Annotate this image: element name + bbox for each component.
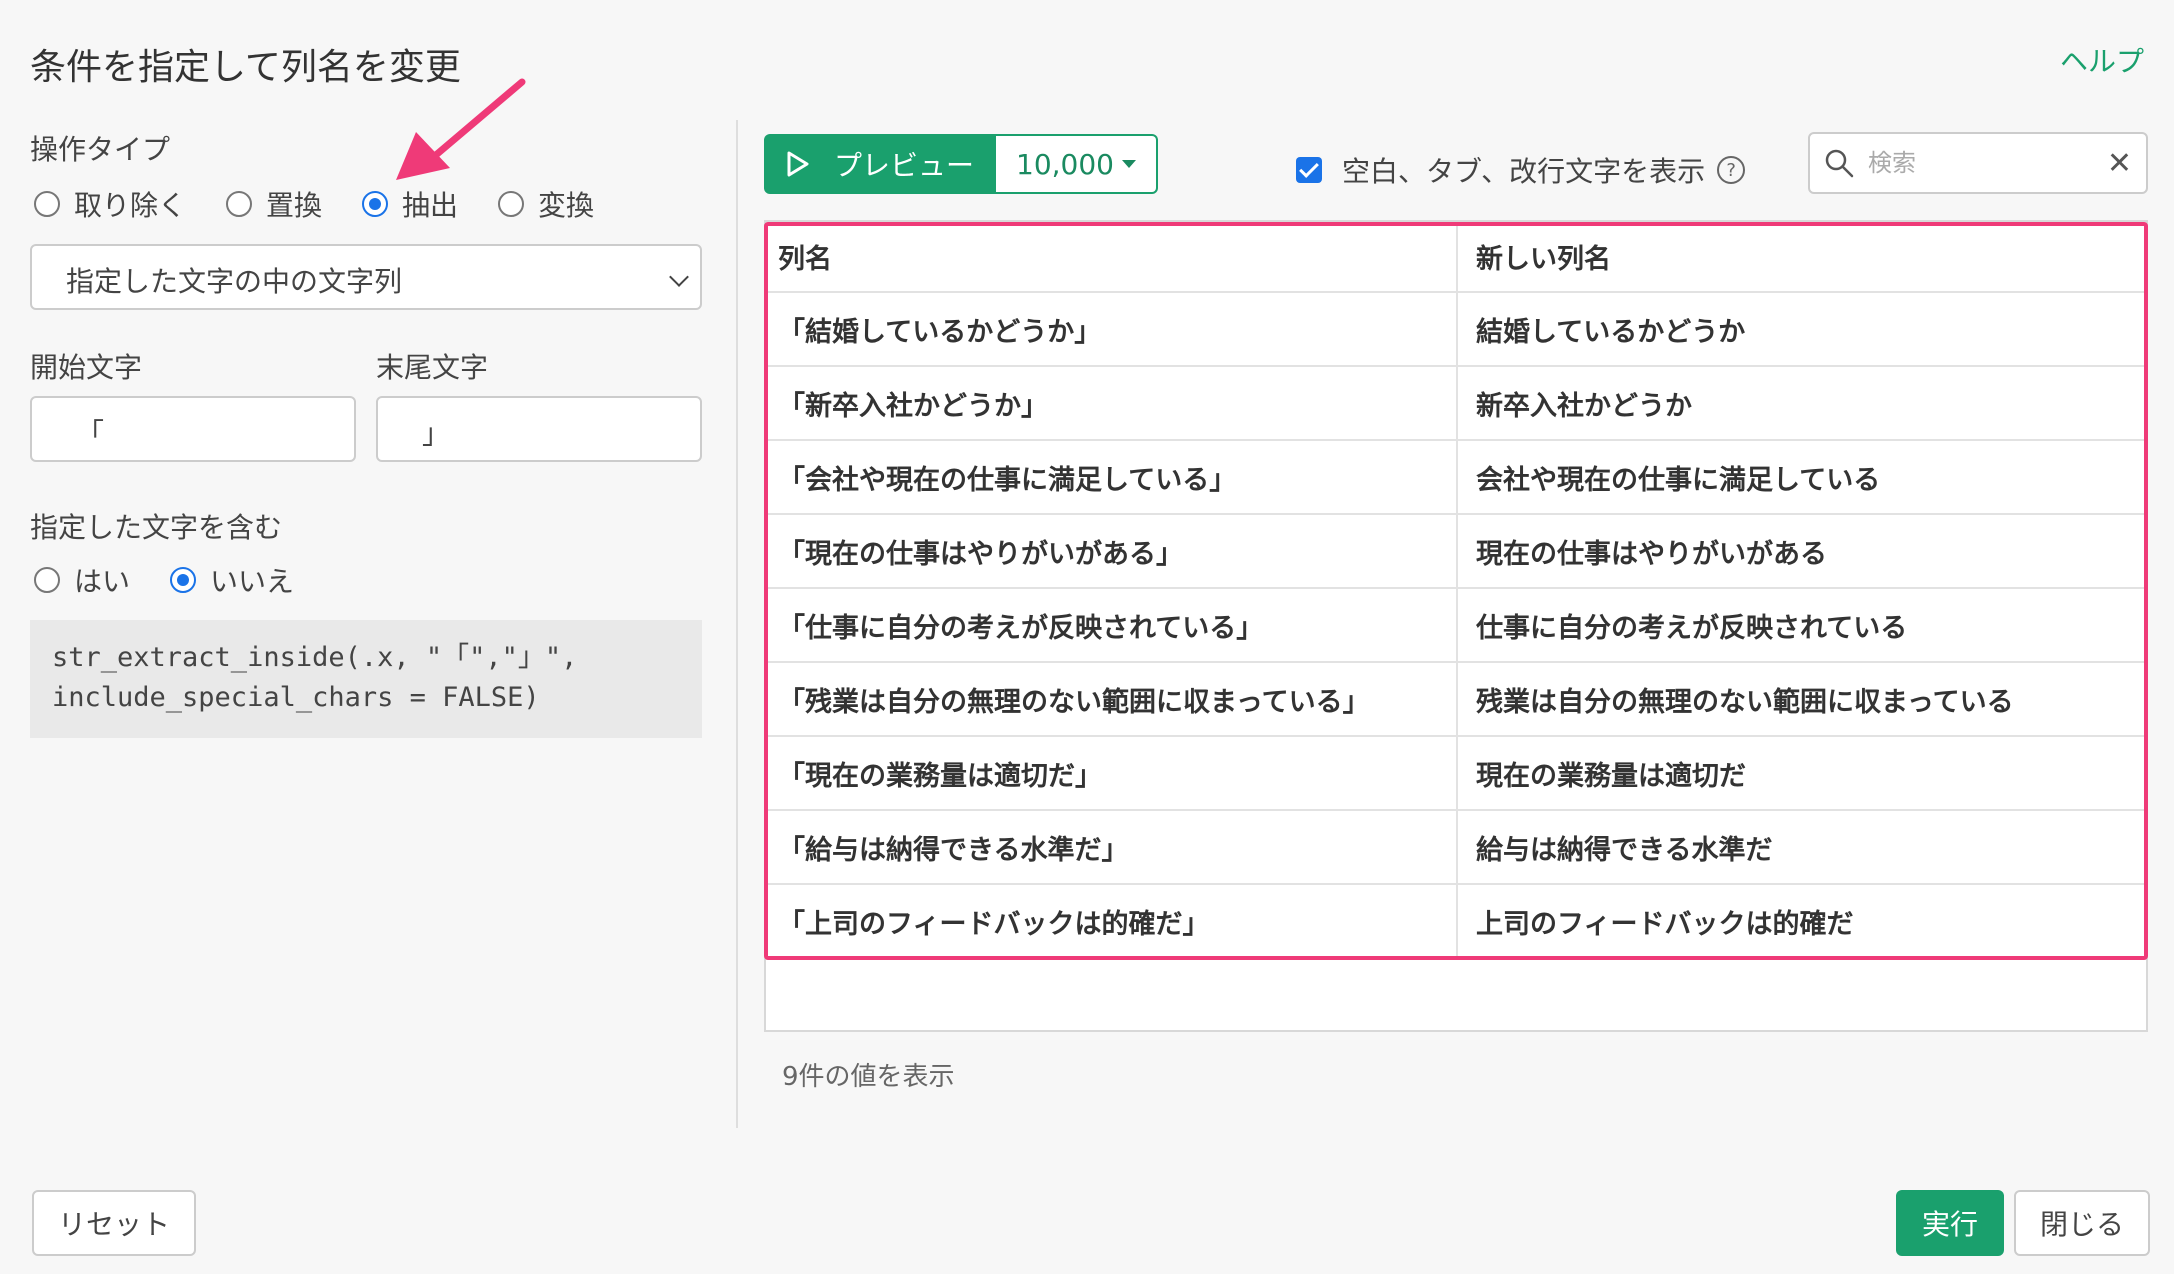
extract-mode-value: 指定した文字の中の文字列: [66, 265, 403, 298]
table-row: 「仕事に自分の考えが反映されている」 仕事に自分の考えが反映されている: [766, 588, 2146, 663]
play-icon: [787, 151, 809, 177]
table-header-row: 列名 新しい列名: [766, 222, 2146, 293]
radio-no[interactable]: いいえ: [170, 560, 294, 600]
preview-button-label: プレビュー: [834, 149, 975, 182]
cell-new-name: 現在の仕事はやりがいがある: [1457, 514, 2146, 589]
cell-new-name: 残業は自分の無理のない範囲に収まっている: [1457, 662, 2146, 737]
close-button[interactable]: 閉じる: [2014, 1190, 2150, 1256]
table-row: 「結婚しているかどうか」 結婚しているかどうか: [766, 292, 2146, 367]
reset-button[interactable]: リセット: [32, 1190, 196, 1256]
radio-convert[interactable]: 変換: [498, 184, 594, 224]
panel-divider: [736, 120, 738, 1128]
radio-replace-circle[interactable]: [226, 191, 253, 217]
preview-count-dropdown[interactable]: 10,000: [996, 134, 1158, 194]
table-row: 「給与は納得できる水準だ」 給与は納得できる水準だ: [766, 810, 2146, 885]
column-header-new-name: 新しい列名: [1457, 222, 2146, 293]
chevron-down-icon: [669, 267, 689, 287]
cell-new-name: 仕事に自分の考えが反映されている: [1457, 588, 2146, 663]
radio-no-circle[interactable]: [170, 567, 197, 593]
cell-column-name: 「仕事に自分の考えが反映されている」: [766, 588, 1458, 663]
cell-column-name: 「結婚しているかどうか」: [766, 292, 1458, 367]
start-char-label: 開始文字: [30, 351, 143, 384]
preview-table: 列名 新しい列名 「結婚しているかどうか」 結婚しているかどうか 「新卒入社かど…: [764, 220, 2148, 1032]
operation-type-label: 操作タイプ: [30, 133, 171, 166]
radio-replace[interactable]: 置換: [226, 184, 322, 224]
cell-column-name: 「会社や現在の仕事に満足している」: [766, 440, 1458, 515]
table-row: 「現在の仕事はやりがいがある」 現在の仕事はやりがいがある: [766, 514, 2146, 589]
preview-count-value: 10,000: [1016, 147, 1114, 181]
end-char-input[interactable]: 」: [376, 396, 702, 462]
cell-column-name: 「給与は納得できる水準だ」: [766, 810, 1458, 885]
show-whitespace-label: 空白、タブ、改行文字を表示: [1342, 155, 1706, 188]
help-link[interactable]: ヘルプ: [2060, 40, 2144, 80]
search-icon: [1825, 149, 1854, 178]
preview-button[interactable]: プレビュー: [764, 134, 996, 194]
radio-replace-label: 置換: [266, 189, 323, 222]
radio-extract-label: 抽出: [402, 189, 459, 222]
search-input[interactable]: [1868, 149, 2088, 177]
start-char-input[interactable]: 「: [30, 396, 356, 462]
cell-column-name: 「現在の仕事はやりがいがある」: [766, 514, 1458, 589]
annotation-arrow-icon: [396, 78, 526, 180]
radio-convert-circle[interactable]: [498, 191, 525, 217]
cell-column-name: 「新卒入社かどうか」: [766, 366, 1458, 441]
end-char-value: 」: [422, 417, 451, 450]
show-whitespace-checkbox[interactable]: [1296, 157, 1322, 183]
generated-code: str_extract_inside(.x, "「","」", include_…: [30, 620, 702, 738]
caret-down-icon: [1121, 160, 1136, 168]
radio-no-label: いいえ: [210, 565, 295, 598]
row-count-summary: 9件の値を表示: [782, 1062, 955, 1092]
cell-new-name: 現在の業務量は適切だ: [1457, 736, 2146, 811]
cell-new-name: 会社や現在の仕事に満足している: [1457, 440, 2146, 515]
cell-column-name: 「現在の業務量は適切だ」: [766, 736, 1458, 811]
radio-extract[interactable]: 抽出: [362, 184, 458, 224]
table-row: 「現在の業務量は適切だ」 現在の業務量は適切だ: [766, 736, 2146, 811]
table-row: 「新卒入社かどうか」 新卒入社かどうか: [766, 366, 2146, 441]
radio-remove-label: 取り除く: [74, 189, 187, 222]
end-char-label: 末尾文字: [376, 351, 489, 384]
question-circle-icon[interactable]: ?: [1717, 156, 1746, 184]
run-button[interactable]: 実行: [1896, 1190, 2004, 1256]
radio-yes-circle[interactable]: [34, 567, 60, 593]
search-box: ✕: [1808, 132, 2148, 194]
radio-remove[interactable]: 取り除く: [34, 184, 186, 224]
table-row: 「会社や現在の仕事に満足している」 会社や現在の仕事に満足している: [766, 440, 2146, 515]
radio-yes-label: はい: [74, 565, 131, 598]
show-whitespace-toggle: 空白、タブ、改行文字を表示 ?: [1296, 150, 1746, 190]
operation-type-radios: 取り除く 置換 抽出 変換: [34, 184, 634, 224]
table-row: 「上司のフィードバックは的確だ」 上司のフィードバックは的確だ: [766, 884, 2146, 959]
radio-extract-circle[interactable]: [362, 191, 389, 217]
column-header-name: 列名: [766, 222, 1458, 293]
cell-new-name: 上司のフィードバックは的確だ: [1457, 884, 2146, 959]
extract-mode-select[interactable]: 指定した文字の中の文字列: [30, 244, 702, 310]
radio-remove-circle[interactable]: [34, 191, 60, 217]
start-char-value: 「: [76, 417, 105, 450]
cell-new-name: 新卒入社かどうか: [1457, 366, 2146, 441]
cell-column-name: 「上司のフィードバックは的確だ」: [766, 884, 1458, 959]
cell-new-name: 給与は納得できる水準だ: [1457, 810, 2146, 885]
cell-column-name: 「残業は自分の無理のない範囲に収まっている」: [766, 662, 1458, 737]
radio-convert-label: 変換: [538, 189, 595, 222]
radio-yes[interactable]: はい: [34, 560, 130, 600]
include-chars-radios: はい いいえ: [34, 560, 334, 600]
close-icon[interactable]: ✕: [2107, 146, 2132, 181]
cell-new-name: 結婚しているかどうか: [1457, 292, 2146, 367]
table-row: 「残業は自分の無理のない範囲に収まっている」 残業は自分の無理のない範囲に収まっ…: [766, 662, 2146, 737]
include-chars-label: 指定した文字を含む: [30, 511, 283, 544]
